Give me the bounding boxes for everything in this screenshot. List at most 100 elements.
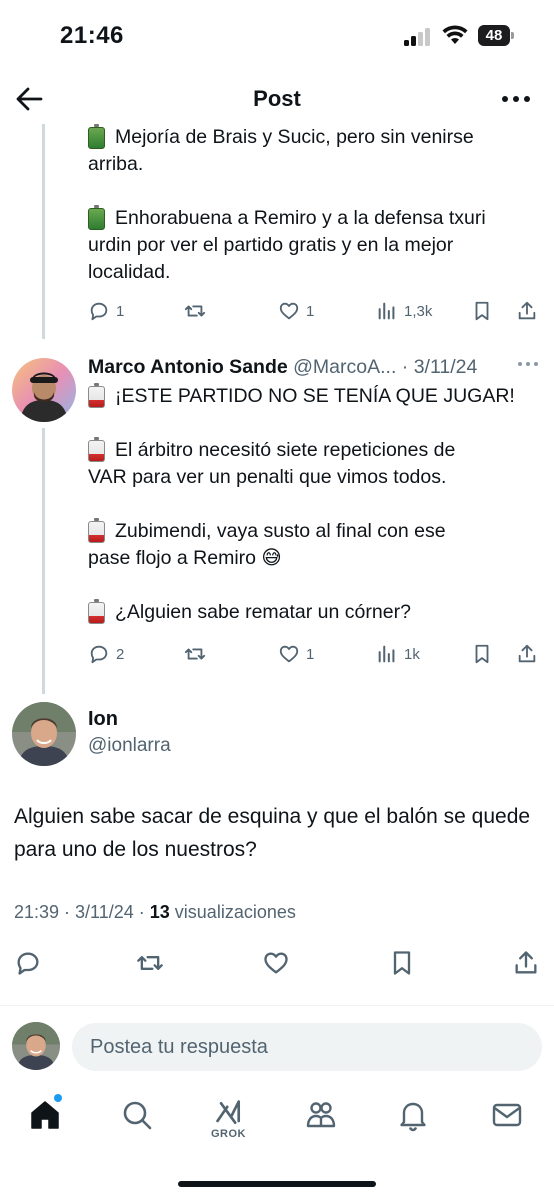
share-button[interactable] <box>516 639 538 669</box>
author-name[interactable]: Ion <box>88 708 118 731</box>
top-header: Post <box>0 72 554 124</box>
status-bar: 21:46 48 <box>0 0 554 72</box>
views-count: 1,3k <box>404 302 433 320</box>
bookmark-button[interactable] <box>471 296 493 326</box>
bell-icon <box>400 1102 426 1132</box>
bookmark-icon <box>393 951 411 975</box>
reply-icon <box>90 645 108 664</box>
text-line: pase flojo a Remiro 😅 <box>88 547 282 569</box>
views-button[interactable]: 1,3k <box>376 296 432 326</box>
bookmark-button[interactable] <box>388 948 416 978</box>
heart-icon <box>279 645 299 663</box>
bottom-nav: GROK <box>0 1090 554 1150</box>
author-name[interactable]: Marco Antonio Sande <box>88 356 288 378</box>
text-line: Zubimendi, vaya susto al final con ese <box>88 518 538 545</box>
prev-tweet-text: Mejoría de Brais y Sucic, pero sin venir… <box>88 124 538 286</box>
text-line <box>88 572 538 599</box>
reply-icon <box>90 302 108 321</box>
like-button[interactable]: 1 <box>278 639 314 669</box>
reply-tweet-header: Marco Antonio Sande @MarcoA... · 3/11/24 <box>88 356 548 384</box>
text-line: Enhorabuena a Remiro y a la defensa txur… <box>88 205 538 232</box>
home-indicator <box>178 1181 376 1187</box>
views-count: 1k <box>404 645 420 663</box>
text-line: urdin por ver el partido gratis y en la … <box>88 234 454 256</box>
author-handle[interactable]: @MarcoA... <box>293 356 396 378</box>
nav-home[interactable] <box>28 1094 68 1138</box>
nav-communities[interactable] <box>304 1098 344 1138</box>
like-button[interactable] <box>262 948 290 978</box>
reply-button[interactable]: 1 <box>88 296 124 326</box>
share-icon <box>515 951 537 974</box>
views-chart-icon <box>378 302 395 320</box>
notification-dot <box>54 1094 62 1102</box>
divider <box>0 1005 554 1006</box>
battery-low-emoji <box>88 383 105 408</box>
more-horizontal-icon[interactable] <box>518 362 540 368</box>
battery-full-emoji <box>88 205 105 230</box>
reply-button[interactable]: 2 <box>88 639 124 669</box>
share-button[interactable] <box>512 948 540 978</box>
share-button[interactable] <box>516 296 538 326</box>
like-button[interactable]: 1 <box>278 296 314 326</box>
text-line <box>88 491 538 518</box>
repost-icon <box>184 305 206 317</box>
grok-icon <box>216 1100 241 1125</box>
views-label: visualizaciones <box>169 902 296 922</box>
battery-level: 48 <box>478 25 510 46</box>
page-title: Post <box>253 86 301 111</box>
text-line: arriba. <box>88 153 144 175</box>
nav-notifications[interactable] <box>396 1098 436 1138</box>
nav-messages[interactable] <box>490 1098 530 1138</box>
share-icon <box>518 644 536 663</box>
reply-tweet-actions: 2 1 1k <box>88 639 540 669</box>
repost-button[interactable] <box>184 639 206 669</box>
nav-search[interactable] <box>120 1098 160 1138</box>
reply-icon <box>17 952 39 975</box>
bookmark-button[interactable] <box>471 639 493 669</box>
reply-count: 1 <box>116 302 125 320</box>
reply-button[interactable] <box>14 948 42 978</box>
battery-icon: 48 <box>478 25 514 46</box>
reply-input[interactable]: Postea tu respuesta <box>72 1023 542 1071</box>
text-line: VAR para ver un penalti que vimos todos. <box>88 466 447 488</box>
reply-count: 2 <box>116 645 125 663</box>
status-time: 21:46 <box>60 22 124 49</box>
repost-button[interactable] <box>184 296 206 326</box>
like-count: 1 <box>306 645 315 663</box>
views-chart-icon <box>378 645 395 663</box>
repost-icon <box>184 648 206 660</box>
profile-photo-icon <box>12 702 76 766</box>
main-tweet-actions <box>0 948 554 978</box>
avatar[interactable] <box>12 358 76 422</box>
repost-button[interactable] <box>136 948 164 978</box>
grok-label: GROK <box>211 1128 246 1140</box>
more-horizontal-icon[interactable] <box>502 96 530 104</box>
thread-line <box>42 428 45 694</box>
wifi-icon <box>442 25 468 44</box>
avatar[interactable] <box>12 702 76 766</box>
main-tweet-text: Alguien sabe sacar de esquina y que el b… <box>14 805 531 861</box>
battery-low-emoji <box>88 599 105 624</box>
mail-icon <box>492 1103 522 1127</box>
bookmark-icon <box>475 644 489 664</box>
nav-grok[interactable]: GROK <box>211 1098 254 1140</box>
communities-icon <box>306 1102 336 1128</box>
post-metadata: 21:39 · 3/11/24 · 13 visualizaciones <box>14 902 296 923</box>
post-date: · 3/11/24 <box>401 356 478 378</box>
battery-full-emoji <box>88 124 105 149</box>
like-count: 1 <box>306 302 315 320</box>
text-line: Mejoría de Brais y Sucic, pero sin venir… <box>88 124 538 151</box>
heart-icon <box>279 302 299 320</box>
prev-tweet-actions: 1 1 1,3k <box>88 296 540 326</box>
cellular-signal-icon <box>404 28 434 46</box>
post-time: 21:39 · 3/11/24 · <box>14 902 150 922</box>
repost-icon <box>137 956 163 970</box>
reply-tweet-text: ¡ESTE PARTIDO NO SE TENÍA QUE JUGAR! El … <box>88 383 538 626</box>
views-count[interactable]: 13 <box>150 902 170 922</box>
author-handle[interactable]: @ionlarra <box>88 735 171 757</box>
search-icon <box>123 1101 152 1130</box>
views-button[interactable]: 1k <box>376 639 420 669</box>
text-line: El árbitro necesitó siete repeticiones d… <box>88 437 538 464</box>
bookmark-icon <box>475 301 489 321</box>
profile-photo-icon <box>12 1022 60 1070</box>
